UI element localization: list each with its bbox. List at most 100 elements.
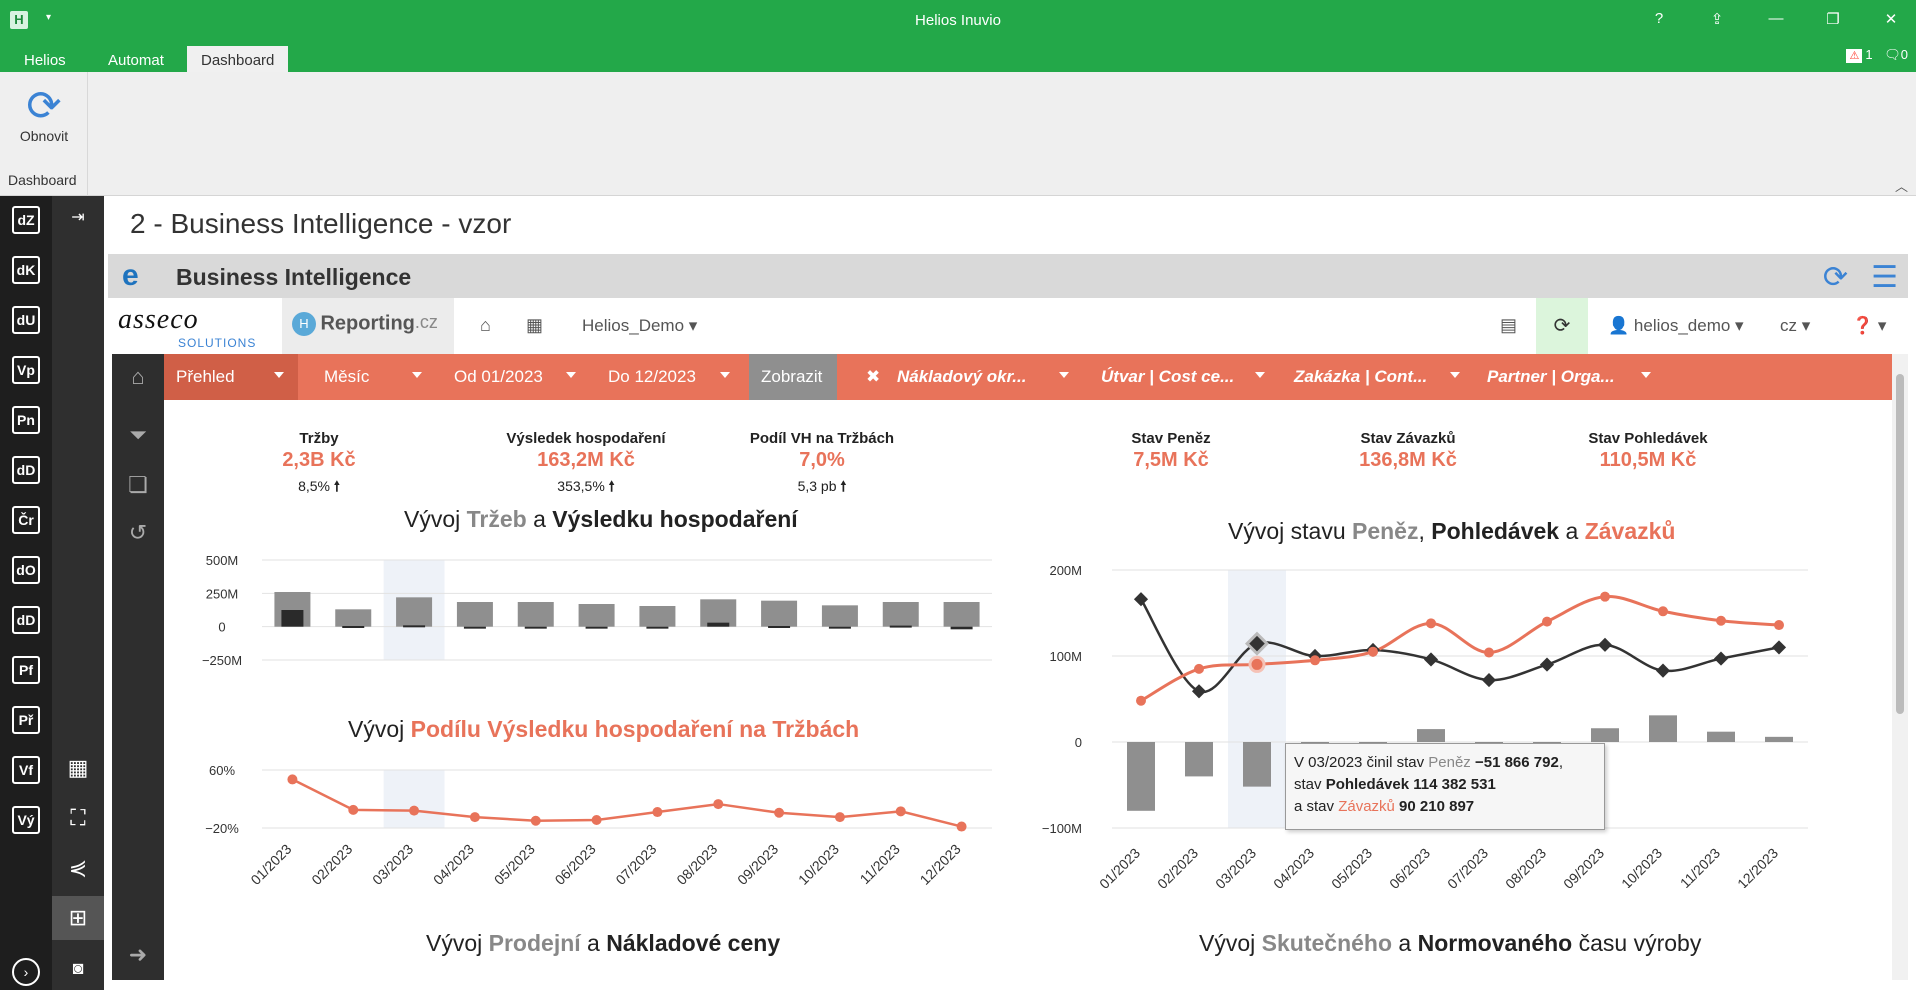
messages-count: 0	[1900, 47, 1908, 62]
collapse-panel-icon[interactable]: ⇥	[52, 196, 104, 240]
filter-funnel-icon[interactable]: ⏷	[112, 422, 164, 448]
leftbar-item-du[interactable]: dU	[12, 306, 40, 334]
bi-title: Business Intelligence	[176, 264, 412, 290]
leftbar-item-pn[interactable]: Pn	[12, 406, 40, 434]
chart-stav: 200M 100M 0 −100M 01/2023 02/2023 03/2023 04/20…	[1042, 563, 1808, 888]
help-circle-icon: ❓	[1852, 316, 1874, 335]
tab-helios[interactable]: Helios	[10, 46, 80, 72]
close-button[interactable]: ✕	[1876, 10, 1906, 28]
grid-icon[interactable]: ▦	[52, 746, 104, 790]
home-icon[interactable]: ⌂	[480, 315, 491, 336]
kpi-value: 2,3B Kč	[282, 449, 356, 471]
point-podil	[774, 807, 785, 818]
hierarchy-icon[interactable]: ⛶	[52, 796, 104, 840]
chevron-down-icon	[1059, 372, 1069, 378]
filter-utvar[interactable]: Útvar | Cost ce...	[1089, 354, 1281, 400]
leftbar-item-dk[interactable]: dK	[12, 256, 40, 284]
leftbar-item-pf[interactable]: Pf	[12, 656, 40, 684]
point-podil	[834, 812, 845, 823]
arrow-up-icon: 🠕	[333, 478, 340, 494]
help-dropdown[interactable]: ❓ ▾	[1852, 316, 1886, 336]
point-podil	[591, 815, 602, 826]
bar-penez	[1127, 742, 1155, 811]
tab-automat[interactable]: Automat	[94, 46, 178, 72]
language-dropdown[interactable]: cz ▾	[1780, 316, 1810, 336]
database-dropdown[interactable]: Helios_Demo ▾	[582, 316, 697, 336]
tt: a stav	[1294, 798, 1339, 815]
refresh-data-button[interactable]: ⟳	[1536, 298, 1588, 354]
home-icon[interactable]: ⌂	[112, 354, 164, 400]
filter-od[interactable]: Od 01/2023	[442, 354, 584, 400]
reload-icon[interactable]: ⟳	[1823, 260, 1848, 295]
dashboard-icon[interactable]: ⊞	[52, 896, 104, 940]
reporting-logo[interactable]: H Reporting.cz	[282, 298, 454, 354]
tab-dashboard[interactable]: Dashboard	[187, 46, 289, 72]
expand-icon[interactable]: ›	[12, 958, 40, 986]
restore-button[interactable]: ❐	[1818, 10, 1848, 28]
share-tree-icon[interactable]: ⋞	[52, 846, 104, 890]
filter-do[interactable]: Do 12/2023	[596, 354, 736, 400]
bar-vysledek	[707, 622, 730, 627]
chevron-down-icon	[1450, 372, 1460, 378]
vertical-scrollbar[interactable]	[1892, 354, 1908, 980]
leftbar-item-dz[interactable]: dZ	[12, 206, 40, 234]
kpi-label: Tržby	[299, 430, 339, 447]
leftbar-item-pr[interactable]: Př	[12, 706, 40, 734]
tt: V 03/2023 činil stav	[1294, 754, 1429, 771]
filter-zakazka-label: Zakázka | Cont...	[1294, 367, 1428, 386]
dashboard-content: Tržby 2,3B Kč 8,5% 🠕 Výsledek hospodařen…	[164, 400, 1892, 980]
chart-tooltip: V 03/2023 činil stav Peněz −51 866 792, …	[1285, 743, 1605, 830]
show-button[interactable]: Zobrazit	[749, 354, 837, 400]
kpi-stav-zavazku: Stav Závazků 136,8M Kč	[1308, 430, 1508, 472]
leftbar-item-vf[interactable]: Vf	[12, 756, 40, 784]
filter-utvar-label: Útvar | Cost ce...	[1101, 367, 1235, 386]
filter-partner-label: Partner | Orga...	[1487, 367, 1615, 386]
bar-penez	[1707, 731, 1735, 742]
tt: −51 866 792	[1470, 754, 1559, 771]
point-pohledavek	[1481, 673, 1497, 688]
point-pohledavek	[1423, 652, 1439, 667]
kpi-label: Stav Peněz	[1131, 430, 1211, 447]
title-part: Nákladové ceny	[606, 930, 781, 956]
leftbar-item-dd[interactable]: dD	[12, 456, 40, 484]
filter-zakazka[interactable]: Zakázka | Cont...	[1282, 354, 1474, 400]
point-zavazku	[1426, 618, 1436, 629]
point-pohledavek	[1655, 663, 1671, 678]
scrollbar-thumb[interactable]	[1896, 374, 1904, 714]
apps-grid-icon[interactable]: ▦	[526, 315, 543, 336]
clear-filters-icon[interactable]: ✖	[854, 354, 884, 400]
refresh-button[interactable]: ⟳ Obnovit	[14, 84, 74, 145]
x-tick-label: 01/2023	[1096, 845, 1143, 888]
point-zavazku	[1600, 591, 1610, 602]
document-icon[interactable]: ▤	[1500, 315, 1517, 336]
leftbar-item-dd2[interactable]: dD	[12, 606, 40, 634]
user-dropdown[interactable]: 👤 helios_demo ▾	[1608, 316, 1744, 336]
share-icon[interactable]: ⇪	[1702, 10, 1732, 28]
leftbar-item-vp[interactable]: Vp	[12, 356, 40, 384]
rss-icon[interactable]: ◙	[52, 946, 104, 990]
minimize-button[interactable]: —	[1761, 10, 1791, 27]
collapse-ribbon-icon[interactable]: ︿	[1895, 176, 1908, 195]
filter-mesic[interactable]: Měsíc	[312, 354, 436, 400]
filter-partner[interactable]: Partner | Orga...	[1475, 354, 1667, 400]
point-pohledavek	[1539, 657, 1555, 672]
filter-prehled[interactable]: Přehled	[164, 354, 298, 400]
bar-trzby	[639, 606, 676, 627]
title-part: Závazků	[1584, 518, 1676, 544]
filter-prehled-label: Přehled	[176, 367, 235, 386]
notifications[interactable]: ⚠ 1 🗨0	[1846, 47, 1908, 63]
leftbar-item-do[interactable]: dO	[12, 556, 40, 584]
bar-penez	[1649, 715, 1677, 742]
next-icon[interactable]: ➜	[112, 942, 164, 968]
filter-mesic-label: Měsíc	[324, 367, 370, 386]
leftbar-item-cr[interactable]: Čr	[12, 506, 40, 534]
copy-pages-icon[interactable]: ❏	[112, 472, 164, 498]
title-part: Pohledávek	[1431, 518, 1560, 544]
leftbar-item-vy[interactable]: Vý	[12, 806, 40, 834]
filter-nakladovy-okruh[interactable]: Nákladový okr...	[885, 354, 1081, 400]
help-button[interactable]: ?	[1644, 10, 1674, 27]
report-navbar: asseco SOLUTIONS H Reporting.cz ⌂ ▦ Heli…	[112, 298, 1892, 354]
history-icon[interactable]: ↺	[112, 520, 164, 546]
x-tick-label: 06/2023	[1386, 845, 1433, 888]
menu-icon[interactable]: ☰	[1871, 260, 1898, 295]
